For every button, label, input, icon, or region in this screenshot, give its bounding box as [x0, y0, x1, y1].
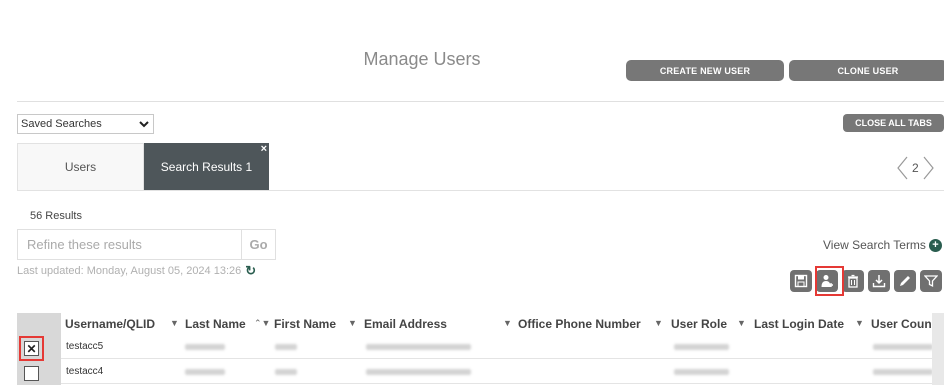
grid-header: Username/QLID ▼ Last Name ⌃▼ First Name …: [17, 313, 932, 335]
redacted-cell: [366, 369, 471, 375]
grid-toolbar: [790, 270, 942, 292]
highlight-add-user: [815, 266, 844, 296]
redacted-cell: [366, 344, 471, 350]
col-office-phone[interactable]: Office Phone Number: [518, 313, 641, 335]
filter-icon[interactable]: ▼: [654, 318, 663, 328]
delete-icon[interactable]: [842, 270, 864, 292]
save-icon[interactable]: [790, 270, 812, 292]
redacted-cell: [275, 344, 297, 350]
redacted-cell: [873, 369, 932, 375]
page-number: 2: [912, 161, 919, 175]
table-row[interactable]: testacc4: [61, 361, 932, 384]
redacted-cell: [674, 369, 729, 375]
redacted-cell: [674, 344, 729, 350]
last-updated-text: Last updated: Monday, August 05, 2024 13…: [17, 263, 256, 279]
redacted-cell: [185, 369, 225, 375]
header-divider: [17, 101, 944, 102]
tab-users[interactable]: Users: [17, 143, 144, 190]
plus-circle-icon[interactable]: +: [928, 238, 942, 252]
go-button[interactable]: Go: [241, 230, 275, 259]
refresh-icon[interactable]: ↻: [245, 263, 256, 279]
close-all-tabs-button[interactable]: CLOSE ALL TABS: [843, 114, 944, 132]
chevron-right-icon[interactable]: [923, 156, 935, 180]
filter-icon[interactable]: ▼: [737, 318, 746, 328]
redacted-cell: [873, 344, 932, 350]
highlight-checkbox: [19, 336, 44, 361]
username-cell: testacc4: [66, 366, 104, 377]
results-count: 56 Results: [30, 210, 82, 222]
col-first-name[interactable]: First Name: [274, 313, 336, 335]
filter-icon[interactable]: ▼: [348, 318, 357, 328]
filter-icon[interactable]: ▼: [170, 318, 179, 328]
table-row[interactable]: testacc5: [61, 336, 932, 359]
clone-user-button[interactable]: CLONE USER: [789, 60, 944, 81]
create-new-user-button[interactable]: CREATE NEW USER: [626, 60, 784, 81]
view-search-terms-link[interactable]: View Search Terms +: [823, 238, 942, 252]
col-last-name[interactable]: Last Name: [185, 313, 246, 335]
saved-searches-value: Saved Searches: [21, 118, 102, 130]
saved-searches-select[interactable]: Saved Searches: [17, 114, 154, 134]
redacted-cell: [275, 369, 297, 375]
close-icon[interactable]: ×: [261, 143, 267, 155]
chevron-left-icon[interactable]: [896, 156, 908, 180]
view-search-terms-label: View Search Terms: [823, 238, 926, 252]
row-checkbox[interactable]: [24, 366, 39, 381]
col-user-country[interactable]: User Coun: [871, 313, 932, 335]
users-grid: Username/QLID ▼ Last Name ⌃▼ First Name …: [17, 313, 932, 385]
tab-search-results-label: Search Results 1: [160, 159, 253, 174]
tab-search-results-1[interactable]: Search Results 1 ×: [144, 143, 269, 190]
filter-icon[interactable]: [920, 270, 942, 292]
sort-filter-icon[interactable]: ⌃▼: [254, 318, 270, 329]
refine-search-box: Go: [17, 229, 276, 260]
redacted-cell: [185, 344, 225, 350]
last-updated-label: Last updated: Monday, August 05, 2024 13…: [17, 265, 242, 277]
filter-icon[interactable]: ▼: [855, 318, 864, 328]
edit-icon[interactable]: [894, 270, 916, 292]
col-last-login[interactable]: Last Login Date: [754, 313, 844, 335]
refine-input[interactable]: [18, 230, 241, 259]
col-username[interactable]: Username/QLID: [65, 313, 155, 335]
tab-bar: Users Search Results 1 ×: [17, 143, 944, 191]
grid-scrollbar[interactable]: [932, 313, 944, 385]
filter-icon[interactable]: ▼: [503, 318, 512, 328]
download-icon[interactable]: [868, 270, 890, 292]
col-email[interactable]: Email Address: [364, 313, 447, 335]
username-cell: testacc5: [66, 341, 104, 352]
col-user-role[interactable]: User Role: [671, 313, 727, 335]
pager: 2: [896, 154, 935, 182]
chevron-down-icon: [139, 120, 149, 127]
